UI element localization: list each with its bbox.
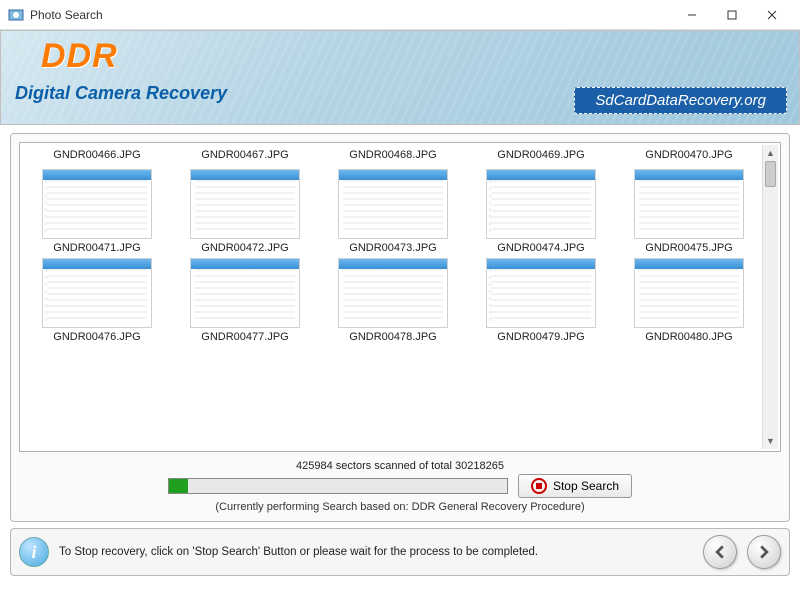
progress-bar	[168, 478, 508, 494]
footer-message: To Stop recovery, click on 'Stop Search'…	[59, 546, 693, 558]
thumbnail-item[interactable]: GNDR00480.JPG	[620, 258, 758, 343]
thumbnail-item[interactable]: GNDR00474.JPG	[472, 169, 610, 254]
file-label: GNDR00479.JPG	[497, 331, 584, 343]
thumbnail-image	[486, 169, 596, 239]
thumbnail-item[interactable]: GNDR00472.JPG	[176, 169, 314, 254]
thumbnail-image	[190, 258, 300, 328]
stop-search-button[interactable]: Stop Search	[518, 474, 632, 498]
product-subtitle: Digital Camera Recovery	[15, 83, 227, 104]
thumbnail-item[interactable]: GNDR00470.JPG	[620, 149, 758, 165]
thumbnail-image	[190, 169, 300, 239]
thumbnail-item[interactable]: GNDR00467.JPG	[176, 149, 314, 165]
chevron-right-icon	[757, 545, 771, 559]
close-button[interactable]	[752, 1, 792, 29]
thumbnail-item[interactable]: GNDR00471.JPG	[28, 169, 166, 254]
thumbnail-item[interactable]: GNDR00473.JPG	[324, 169, 462, 254]
thumbnail-item[interactable]: GNDR00476.JPG	[28, 258, 166, 343]
scroll-thumb[interactable]	[765, 161, 776, 187]
stop-icon	[531, 478, 547, 494]
file-label: GNDR00468.JPG	[349, 149, 436, 163]
thumbnail-image	[634, 169, 744, 239]
search-basis-text: (Currently performing Search based on: D…	[19, 501, 781, 513]
website-ribbon: SdCardDataRecovery.org	[574, 87, 787, 114]
maximize-button[interactable]	[712, 1, 752, 29]
thumbnail-item[interactable]: GNDR00466.JPG	[28, 149, 166, 165]
file-label: GNDR00473.JPG	[349, 242, 436, 254]
scroll-down-icon[interactable]: ▼	[763, 433, 778, 449]
footer: i To Stop recovery, click on 'Stop Searc…	[10, 528, 790, 576]
thumbnail-item[interactable]: GNDR00469.JPG	[472, 149, 610, 165]
thumbnail-image	[486, 258, 596, 328]
progress-status-text: 425984 sectors scanned of total 30218265	[19, 460, 781, 472]
thumbnail-image	[338, 169, 448, 239]
thumbnail-image	[42, 258, 152, 328]
logo-text: DDR	[41, 37, 118, 76]
scroll-up-icon[interactable]: ▲	[763, 145, 778, 161]
minimize-button[interactable]	[672, 1, 712, 29]
scrollbar[interactable]: ▲ ▼	[762, 145, 778, 449]
file-label: GNDR00476.JPG	[53, 331, 140, 343]
file-label: GNDR00471.JPG	[53, 242, 140, 254]
file-label: GNDR00475.JPG	[645, 242, 732, 254]
thumbnail-item[interactable]: GNDR00475.JPG	[620, 169, 758, 254]
chevron-left-icon	[713, 545, 727, 559]
file-label: GNDR00467.JPG	[201, 149, 288, 163]
stop-button-label: Stop Search	[553, 479, 619, 493]
content-frame: GNDR00466.JPG GNDR00467.JPG GNDR00468.JP…	[10, 133, 790, 522]
file-label: GNDR00477.JPG	[201, 331, 288, 343]
next-button[interactable]	[747, 535, 781, 569]
back-button[interactable]	[703, 535, 737, 569]
thumbnail-item[interactable]: GNDR00477.JPG	[176, 258, 314, 343]
file-label: GNDR00470.JPG	[645, 149, 732, 163]
app-icon	[8, 7, 24, 23]
info-icon: i	[19, 537, 49, 567]
thumbnail-grid: GNDR00466.JPG GNDR00467.JPG GNDR00468.JP…	[19, 142, 781, 452]
thumbnail-image	[42, 169, 152, 239]
file-label: GNDR00478.JPG	[349, 331, 436, 343]
thumbnail-image	[634, 258, 744, 328]
file-label: GNDR00466.JPG	[53, 149, 140, 163]
file-label: GNDR00472.JPG	[201, 242, 288, 254]
file-label: GNDR00469.JPG	[497, 149, 584, 163]
progress-fill	[169, 479, 188, 493]
thumbnail-item[interactable]: GNDR00478.JPG	[324, 258, 462, 343]
banner: DDR Digital Camera Recovery SdCardDataRe…	[0, 30, 800, 125]
file-label: GNDR00474.JPG	[497, 242, 584, 254]
thumbnail-item[interactable]: GNDR00468.JPG	[324, 149, 462, 165]
thumbnail-item[interactable]: GNDR00479.JPG	[472, 258, 610, 343]
file-label: GNDR00480.JPG	[645, 331, 732, 343]
window-title: Photo Search	[30, 8, 672, 22]
thumbnail-image	[338, 258, 448, 328]
progress-area: 425984 sectors scanned of total 30218265…	[19, 460, 781, 513]
titlebar: Photo Search	[0, 0, 800, 30]
